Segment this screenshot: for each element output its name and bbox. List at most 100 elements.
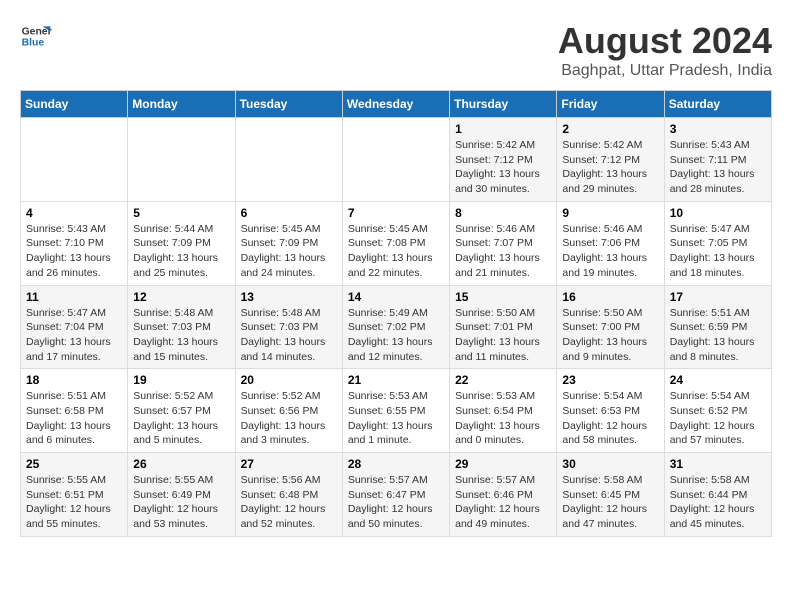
day-number: 9 [562, 206, 658, 220]
cell-info: Sunrise: 5:55 AM Sunset: 6:51 PM Dayligh… [26, 473, 122, 532]
day-number: 27 [241, 457, 337, 471]
cell-info: Sunrise: 5:50 AM Sunset: 7:01 PM Dayligh… [455, 306, 551, 365]
cell-info: Sunrise: 5:52 AM Sunset: 6:56 PM Dayligh… [241, 389, 337, 448]
cell-info: Sunrise: 5:43 AM Sunset: 7:11 PM Dayligh… [670, 138, 766, 197]
calendar-cell: 21 Sunrise: 5:53 AM Sunset: 6:55 PM Dayli… [342, 369, 449, 453]
page-header: General Blue August 2024 Baghpat, Uttar … [20, 20, 772, 80]
day-number: 28 [348, 457, 444, 471]
calendar-cell: 25 Sunrise: 5:55 AM Sunset: 6:51 PM Dayli… [21, 453, 128, 537]
day-number: 5 [133, 206, 229, 220]
calendar-cell: 24Sunrise: 5:54 AM Sunset: 6:52 PM Dayli… [664, 369, 771, 453]
week-row-3: 11 Sunrise: 5:47 AM Sunset: 7:04 PM Dayli… [21, 285, 772, 369]
day-number: 12 [133, 290, 229, 304]
header-day-tuesday: Tuesday [235, 91, 342, 118]
header-day-saturday: Saturday [664, 91, 771, 118]
header-day-friday: Friday [557, 91, 664, 118]
calendar-cell: 14Sunrise: 5:49 AM Sunset: 7:02 PM Dayli… [342, 285, 449, 369]
cell-info: Sunrise: 5:45 AM Sunset: 7:09 PM Dayligh… [241, 222, 337, 281]
calendar-cell: 5 Sunrise: 5:44 AM Sunset: 7:09 PM Daylig… [128, 201, 235, 285]
calendar-cell: 4 Sunrise: 5:43 AM Sunset: 7:10 PM Daylig… [21, 201, 128, 285]
calendar-cell: 6 Sunrise: 5:45 AM Sunset: 7:09 PM Daylig… [235, 201, 342, 285]
day-number: 6 [241, 206, 337, 220]
day-number: 8 [455, 206, 551, 220]
day-number: 16 [562, 290, 658, 304]
cell-info: Sunrise: 5:57 AM Sunset: 6:46 PM Dayligh… [455, 473, 551, 532]
calendar-cell: 9Sunrise: 5:46 AM Sunset: 7:06 PM Daylig… [557, 201, 664, 285]
cell-info: Sunrise: 5:43 AM Sunset: 7:10 PM Dayligh… [26, 222, 122, 281]
cell-info: Sunrise: 5:45 AM Sunset: 7:08 PM Dayligh… [348, 222, 444, 281]
calendar-cell: 28 Sunrise: 5:57 AM Sunset: 6:47 PM Dayli… [342, 453, 449, 537]
calendar-cell: 29Sunrise: 5:57 AM Sunset: 6:46 PM Dayli… [450, 453, 557, 537]
cell-info: Sunrise: 5:44 AM Sunset: 7:09 PM Dayligh… [133, 222, 229, 281]
week-row-5: 25 Sunrise: 5:55 AM Sunset: 6:51 PM Dayli… [21, 453, 772, 537]
cell-info: Sunrise: 5:58 AM Sunset: 6:45 PM Dayligh… [562, 473, 658, 532]
day-number: 26 [133, 457, 229, 471]
cell-info: Sunrise: 5:52 AM Sunset: 6:57 PM Dayligh… [133, 389, 229, 448]
logo-icon: General Blue [20, 20, 52, 52]
svg-text:Blue: Blue [22, 38, 45, 49]
calendar-table: SundayMondayTuesdayWednesdayThursdayFrid… [20, 90, 772, 537]
day-number: 15 [455, 290, 551, 304]
cell-info: Sunrise: 5:54 AM Sunset: 6:53 PM Dayligh… [562, 389, 658, 448]
calendar-cell: 16 Sunrise: 5:50 AM Sunset: 7:00 PM Dayli… [557, 285, 664, 369]
day-number: 2 [562, 122, 658, 136]
calendar-cell: 11 Sunrise: 5:47 AM Sunset: 7:04 PM Dayli… [21, 285, 128, 369]
day-number: 22 [455, 373, 551, 387]
calendar-cell: 10Sunrise: 5:47 AM Sunset: 7:05 PM Dayli… [664, 201, 771, 285]
day-number: 11 [26, 290, 122, 304]
header-day-monday: Monday [128, 91, 235, 118]
calendar-cell: 3 Sunrise: 5:43 AM Sunset: 7:11 PM Daylig… [664, 118, 771, 202]
header-day-thursday: Thursday [450, 91, 557, 118]
cell-info: Sunrise: 5:55 AM Sunset: 6:49 PM Dayligh… [133, 473, 229, 532]
day-number: 24 [670, 373, 766, 387]
cell-info: Sunrise: 5:49 AM Sunset: 7:02 PM Dayligh… [348, 306, 444, 365]
calendar-cell: 30 Sunrise: 5:58 AM Sunset: 6:45 PM Dayli… [557, 453, 664, 537]
day-number: 13 [241, 290, 337, 304]
day-number: 18 [26, 373, 122, 387]
cell-info: Sunrise: 5:42 AM Sunset: 7:12 PM Dayligh… [455, 138, 551, 197]
subtitle: Baghpat, Uttar Pradesh, India [558, 62, 772, 80]
day-number: 21 [348, 373, 444, 387]
calendar-cell: 22 Sunrise: 5:53 AM Sunset: 6:54 PM Dayli… [450, 369, 557, 453]
cell-info: Sunrise: 5:56 AM Sunset: 6:48 PM Dayligh… [241, 473, 337, 532]
calendar-cell: 2 Sunrise: 5:42 AM Sunset: 7:12 PM Daylig… [557, 118, 664, 202]
cell-info: Sunrise: 5:51 AM Sunset: 6:58 PM Dayligh… [26, 389, 122, 448]
cell-info: Sunrise: 5:50 AM Sunset: 7:00 PM Dayligh… [562, 306, 658, 365]
day-number: 23 [562, 373, 658, 387]
calendar-cell: 23 Sunrise: 5:54 AM Sunset: 6:53 PM Dayli… [557, 369, 664, 453]
calendar-cell [342, 118, 449, 202]
cell-info: Sunrise: 5:58 AM Sunset: 6:44 PM Dayligh… [670, 473, 766, 532]
calendar-header-row: SundayMondayTuesdayWednesdayThursdayFrid… [21, 91, 772, 118]
calendar-cell: 13 Sunrise: 5:48 AM Sunset: 7:03 PM Dayli… [235, 285, 342, 369]
calendar-cell: 15 Sunrise: 5:50 AM Sunset: 7:01 PM Dayli… [450, 285, 557, 369]
logo: General Blue [20, 20, 52, 52]
cell-info: Sunrise: 5:46 AM Sunset: 7:07 PM Dayligh… [455, 222, 551, 281]
day-number: 30 [562, 457, 658, 471]
cell-info: Sunrise: 5:57 AM Sunset: 6:47 PM Dayligh… [348, 473, 444, 532]
day-number: 25 [26, 457, 122, 471]
week-row-4: 18 Sunrise: 5:51 AM Sunset: 6:58 PM Dayli… [21, 369, 772, 453]
calendar-cell: 12Sunrise: 5:48 AM Sunset: 7:03 PM Dayli… [128, 285, 235, 369]
cell-info: Sunrise: 5:47 AM Sunset: 7:05 PM Dayligh… [670, 222, 766, 281]
cell-info: Sunrise: 5:53 AM Sunset: 6:54 PM Dayligh… [455, 389, 551, 448]
main-title: August 2024 [558, 20, 772, 62]
day-number: 3 [670, 122, 766, 136]
calendar-cell: 8 Sunrise: 5:46 AM Sunset: 7:07 PM Daylig… [450, 201, 557, 285]
cell-info: Sunrise: 5:42 AM Sunset: 7:12 PM Dayligh… [562, 138, 658, 197]
cell-info: Sunrise: 5:48 AM Sunset: 7:03 PM Dayligh… [241, 306, 337, 365]
cell-info: Sunrise: 5:51 AM Sunset: 6:59 PM Dayligh… [670, 306, 766, 365]
cell-info: Sunrise: 5:47 AM Sunset: 7:04 PM Dayligh… [26, 306, 122, 365]
calendar-cell [235, 118, 342, 202]
calendar-cell: 26 Sunrise: 5:55 AM Sunset: 6:49 PM Dayli… [128, 453, 235, 537]
calendar-cell: 18 Sunrise: 5:51 AM Sunset: 6:58 PM Dayli… [21, 369, 128, 453]
day-number: 17 [670, 290, 766, 304]
day-number: 7 [348, 206, 444, 220]
header-day-sunday: Sunday [21, 91, 128, 118]
calendar-cell [21, 118, 128, 202]
calendar-cell: 27 Sunrise: 5:56 AM Sunset: 6:48 PM Dayli… [235, 453, 342, 537]
cell-info: Sunrise: 5:53 AM Sunset: 6:55 PM Dayligh… [348, 389, 444, 448]
day-number: 4 [26, 206, 122, 220]
calendar-cell: 1Sunrise: 5:42 AM Sunset: 7:12 PM Daylig… [450, 118, 557, 202]
calendar-cell: 7 Sunrise: 5:45 AM Sunset: 7:08 PM Daylig… [342, 201, 449, 285]
title-block: August 2024 Baghpat, Uttar Pradesh, Indi… [558, 20, 772, 80]
